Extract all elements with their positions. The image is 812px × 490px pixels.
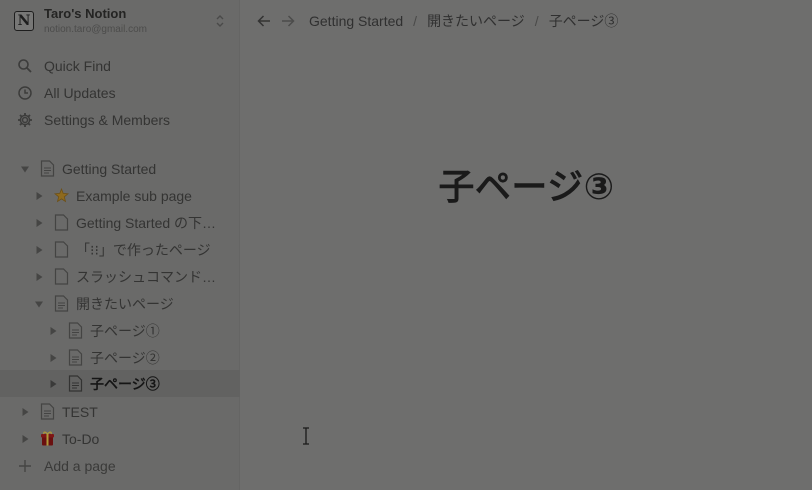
toggle-expanded-icon[interactable] xyxy=(20,164,30,174)
back-arrow-icon[interactable] xyxy=(255,12,273,30)
star-icon xyxy=(53,187,69,204)
sidebar-item-quick-find[interactable]: Quick Find xyxy=(0,52,240,79)
sidebar: N Taro's Notion notion.taro@gmail.com Qu… xyxy=(0,0,240,490)
toggle-collapsed-icon[interactable] xyxy=(34,245,44,255)
page-icon xyxy=(53,214,69,231)
topbar: Getting Started / 開きたいページ / 子ページ③ xyxy=(241,0,812,42)
page-icon xyxy=(53,268,69,285)
breadcrumb-item[interactable]: 開きたいページ xyxy=(425,11,527,31)
sidebar-page-child-1[interactable]: 子ページ① xyxy=(0,317,240,344)
forward-arrow-icon[interactable] xyxy=(279,12,297,30)
plus-icon xyxy=(17,458,33,474)
sidebar-page-slash-command[interactable]: スラッシュコマンド… xyxy=(0,263,240,290)
workspace-email: notion.taro@gmail.com xyxy=(44,23,147,35)
breadcrumb-item[interactable]: Getting Started xyxy=(307,13,405,29)
workspace-info: Taro's Notion notion.taro@gmail.com xyxy=(44,6,214,35)
sidebar-item-label: All Updates xyxy=(44,84,116,101)
sidebar-item-all-updates[interactable]: All Updates xyxy=(0,79,240,106)
toggle-collapsed-icon[interactable] xyxy=(20,407,30,417)
page-icon xyxy=(39,403,55,420)
sidebar-page-open-page[interactable]: 開きたいページ xyxy=(0,290,240,317)
add-page-label: Add a page xyxy=(44,457,116,474)
toggle-collapsed-icon[interactable] xyxy=(48,353,58,363)
page-icon xyxy=(53,241,69,258)
toggle-collapsed-icon[interactable] xyxy=(34,191,44,201)
page-icon xyxy=(67,375,83,392)
clock-icon xyxy=(17,85,33,101)
text-cursor-icon xyxy=(301,427,311,445)
toggle-collapsed-icon[interactable] xyxy=(34,272,44,282)
sidebar-page-child-3[interactable]: 子ページ③ xyxy=(0,370,240,397)
page-icon xyxy=(67,322,83,339)
sidebar-item-label: Quick Find xyxy=(44,57,111,74)
toggle-collapsed-icon[interactable] xyxy=(48,326,58,336)
workspace-switcher[interactable]: N Taro's Notion notion.taro@gmail.com xyxy=(0,0,240,42)
breadcrumb-separator: / xyxy=(534,13,539,29)
page-icon xyxy=(53,295,69,312)
breadcrumb-item-current[interactable]: 子ページ③ xyxy=(547,11,621,31)
page-title[interactable]: 子ページ③ xyxy=(241,158,812,210)
sidebar-page-child-2[interactable]: 子ページ② xyxy=(0,344,240,371)
toggle-expanded-icon[interactable] xyxy=(34,299,44,309)
notion-logo-icon: N xyxy=(14,11,34,31)
gear-icon xyxy=(17,112,33,128)
toggle-collapsed-icon[interactable] xyxy=(34,218,44,228)
toggle-collapsed-icon[interactable] xyxy=(20,434,30,444)
sidebar-item-settings[interactable]: Settings & Members xyxy=(0,106,240,133)
add-page-button[interactable]: Add a page xyxy=(0,452,240,479)
chevron-up-down-icon[interactable] xyxy=(214,13,226,29)
page-icon xyxy=(67,349,83,366)
sidebar-page-getting-started[interactable]: Getting Started xyxy=(0,155,240,182)
sidebar-page-test[interactable]: TEST xyxy=(0,398,240,425)
search-icon xyxy=(17,58,33,74)
sidebar-item-label: Settings & Members xyxy=(44,111,171,128)
page-icon xyxy=(39,160,55,177)
toggle-collapsed-icon[interactable] xyxy=(48,379,58,389)
gift-icon xyxy=(39,430,55,447)
sidebar-page-block-menu[interactable]: 「⁝⁝」で作ったページ xyxy=(0,236,240,263)
sidebar-page-getting-started-sub[interactable]: Getting Started の下… xyxy=(0,209,240,236)
workspace-name: Taro's Notion xyxy=(44,6,127,22)
sidebar-page-todo[interactable]: To-Do xyxy=(0,425,240,452)
breadcrumb-separator: / xyxy=(413,13,418,29)
sidebar-page-example-sub-page[interactable]: Example sub page xyxy=(0,182,240,209)
